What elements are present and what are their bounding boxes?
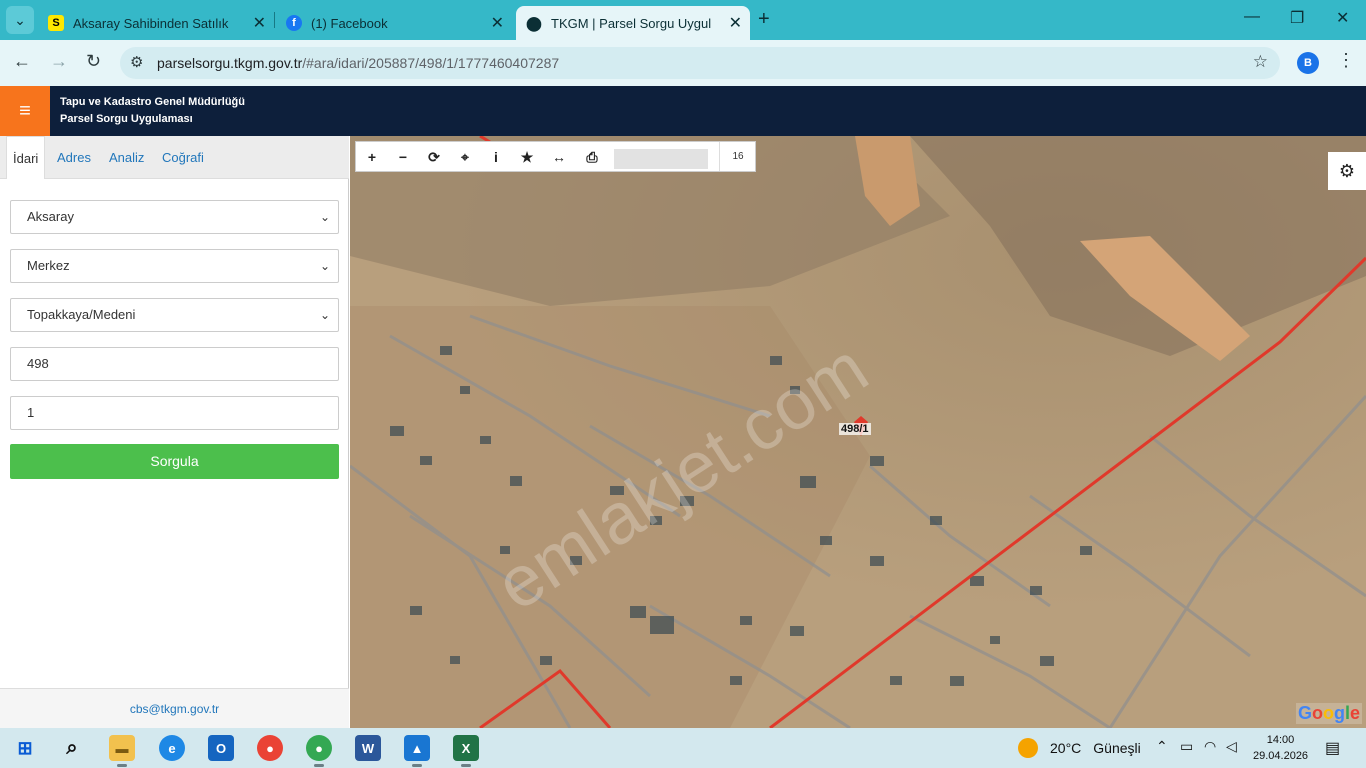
settings-gear-icon[interactable]: ⚙ [1328,152,1366,190]
app-title-application: Parsel Sorgu Uygulaması [60,113,193,125]
word-icon[interactable]: W [355,735,381,761]
parcel-label: 498/1 [839,423,871,435]
profile-avatar[interactable]: B [1297,52,1319,74]
refresh-icon[interactable]: ⟳ [423,147,445,167]
back-arrow-icon[interactable]: ← [13,51,31,72]
outlook-icon[interactable]: O [208,735,234,761]
system-clock[interactable]: 14:00 29.04.2026 [1253,732,1308,764]
weather-widget[interactable]: 20°C Güneşli [1018,738,1141,758]
bookmark-star-icon[interactable]: ☆ [1253,52,1268,72]
star-icon[interactable]: ★ [516,147,538,167]
tab-idari[interactable]: İdari [6,136,46,179]
close-tab-icon[interactable]: ✕ [491,13,504,33]
tab-sahibinden[interactable]: S Aksaray Sahibinden Satılık Dair ✕ [38,6,274,40]
close-tab-icon[interactable]: ✕ [253,13,266,33]
tab-analiz[interactable]: Analiz [109,136,144,179]
battery-icon[interactable]: ▭ [1180,738,1193,755]
close-window-icon[interactable]: ✕ [1336,8,1349,28]
query-panel: İdari Adres Analiz Coğrafi Aksaray ⌄ Mer… [0,136,349,728]
google-logo: Google [1295,703,1362,724]
tab-divider [274,12,275,28]
zoom-in-plus-icon[interactable]: + [361,147,383,167]
tab-title: Aksaray Sahibinden Satılık Dair [73,15,233,31]
tab-tkgm[interactable]: ⬤ TKGM | Parsel Sorgu Uygulama ✕ [516,6,750,40]
print-icon[interactable]: ⎙ [581,147,603,167]
chevron-down-icon: ⌄ [319,308,330,322]
weather-condition: Güneşli [1093,740,1141,756]
zoom-level: 16 [719,142,756,171]
clock-date: 29.04.2026 [1253,750,1309,762]
query-tabs: İdari Adres Analiz Coğrafi [0,136,349,179]
edge-icon[interactable]: e [159,735,185,761]
app-header: ≡ Tapu ve Kadastro Genel Müdürlüğü Parse… [0,86,1366,136]
zoom-out-minus-icon[interactable]: − [392,147,414,167]
location-pin-icon: ⬤ [526,14,542,31]
chrome-icon[interactable]: ● [257,735,283,761]
map-view[interactable]: emlakjet.com 498/1 + − ⟳ ⌖ i ★ ↔ ⎙ 16 ⚙ … [350,136,1366,728]
tab-adres[interactable]: Adres [57,136,91,179]
chevron-up-icon[interactable]: ⌃ [1156,738,1168,755]
measure-icon[interactable]: ↔ [548,147,570,167]
url-host: parselsorgu.tkgm.gov.tr [157,55,303,71]
tab-title: TKGM | Parsel Sorgu Uygulama [551,15,711,31]
reload-icon[interactable]: ↻ [86,51,101,72]
volume-icon[interactable]: ◁ [1226,738,1237,755]
hamburger-menu-icon[interactable]: ≡ [0,86,50,136]
browser-tab-strip: ⌄ S Aksaray Sahibinden Satılık Dair ✕ f … [0,0,1366,40]
site-info-icon[interactable]: ⚙ [130,53,143,71]
minimize-icon[interactable]: — [1244,8,1260,26]
app-title-organization: Tapu ve Kadastro Genel Müdürlüğü [60,96,245,108]
more-menu-icon[interactable]: ⋮ [1337,50,1355,71]
ada-input[interactable]: 498 [10,347,339,381]
browser-toolbar: ← → ↻ ⚙ parselsorgu.tkgm.gov.tr/#ara/ida… [0,40,1366,86]
address-bar[interactable]: ⚙ parselsorgu.tkgm.gov.tr/#ara/idari/205… [120,47,1280,79]
mahalle-value: Topakkaya/Medeni [27,307,136,322]
tab-search-chevron-icon[interactable]: ⌄ [6,6,34,34]
chevron-down-icon: ⌄ [319,259,330,273]
windows-taskbar: ⊞ ⌕ ▬ e O ● ● W ▲ X 20°C Güneşli ⌃ ▭ ◠ ◁… [0,728,1366,768]
photos-icon[interactable]: ▲ [404,735,430,767]
forward-arrow-icon[interactable]: → [50,51,68,72]
sorgula-button[interactable]: Sorgula [10,444,339,479]
mahalle-select[interactable]: Topakkaya/Medeni ⌄ [10,298,339,332]
tab-facebook[interactable]: f (1) Facebook ✕ [276,6,512,40]
map-search-box[interactable] [614,149,708,169]
url-path: /#ara/idari/205887/498/1/1777460407287 [302,55,560,71]
file-explorer-icon[interactable]: ▬ [109,735,135,767]
excel-icon[interactable]: X [453,735,479,767]
notifications-icon[interactable]: ▤ [1325,738,1340,758]
windows-start-icon[interactable]: ⊞ [12,735,38,761]
contact-email-link[interactable]: cbs@tkgm.gov.tr [0,688,349,728]
close-tab-icon[interactable]: ✕ [729,13,742,33]
info-icon[interactable]: i [485,147,507,167]
clock-time: 14:00 [1266,734,1295,746]
tab-title: (1) Facebook [311,15,388,31]
wifi-icon[interactable]: ◠ [1204,738,1216,755]
chrome-active-icon[interactable]: ● [306,735,332,767]
chevron-down-icon: ⌄ [319,210,330,224]
search-icon[interactable]: ⌕ [59,735,85,761]
facebook-icon: f [286,15,302,31]
il-value: Aksaray [27,209,74,224]
sun-icon [1018,738,1038,758]
url-text[interactable]: parselsorgu.tkgm.gov.tr/#ara/idari/20588… [157,55,559,71]
locate-icon[interactable]: ⌖ [454,147,476,167]
parsel-input[interactable]: 1 [10,396,339,430]
new-tab-icon[interactable]: + [758,8,770,31]
restore-icon[interactable]: ❐ [1290,8,1304,28]
sahibinden-favicon: S [48,15,64,31]
ilce-select[interactable]: Merkez ⌄ [10,249,339,283]
tab-cografi[interactable]: Coğrafi [162,136,204,179]
weather-temperature: 20°C [1050,740,1082,756]
map-toolbar: + − ⟳ ⌖ i ★ ↔ ⎙ 16 [355,141,756,172]
ilce-value: Merkez [27,258,70,273]
il-select[interactable]: Aksaray ⌄ [10,200,339,234]
